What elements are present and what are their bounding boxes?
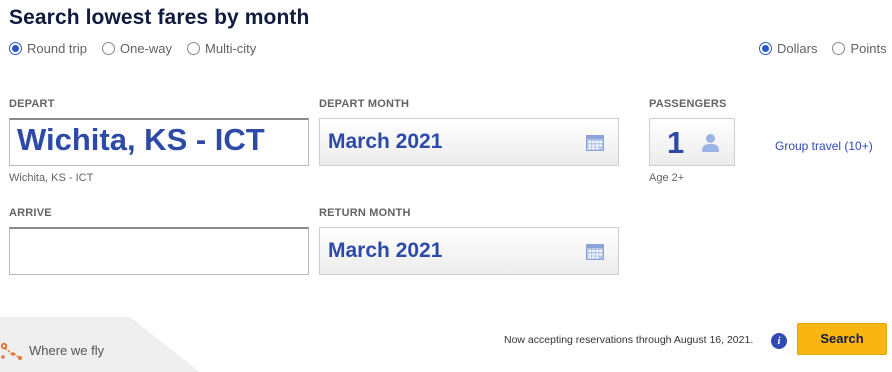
passengers-selector[interactable]: 1 bbox=[649, 118, 735, 166]
radio-one-way[interactable]: One-way bbox=[101, 41, 173, 56]
radio-dollars[interactable]: Dollars bbox=[759, 41, 817, 56]
info-icon[interactable]: i bbox=[771, 333, 787, 349]
return-month-select[interactable]: March 2021 bbox=[319, 227, 619, 275]
return-month-value: March 2021 bbox=[328, 239, 443, 262]
calendar-icon[interactable] bbox=[586, 243, 604, 260]
radio-label-multi-city: Multi-city bbox=[205, 41, 257, 56]
reservation-notice: Now accepting reservations through Augus… bbox=[504, 334, 754, 346]
person-icon bbox=[702, 134, 719, 152]
depart-month-label: DEPART MONTH bbox=[319, 98, 410, 110]
group-travel-link[interactable]: Group travel (10+) bbox=[775, 139, 873, 153]
depart-input[interactable]: Wichita, KS - ICT bbox=[9, 118, 309, 166]
arrive-label: ARRIVE bbox=[9, 207, 52, 219]
radio-button[interactable] bbox=[101, 42, 115, 55]
age-note: Age 2+ bbox=[649, 172, 685, 184]
currency-group: Dollars Points bbox=[759, 41, 887, 56]
radio-label-round-trip: Round trip bbox=[27, 41, 87, 56]
where-we-fly-link[interactable]: Where we fly bbox=[29, 343, 104, 358]
depart-month-value: March 2021 bbox=[328, 130, 443, 153]
page-title: Search lowest fares by month bbox=[9, 6, 310, 29]
search-button[interactable]: Search bbox=[797, 323, 887, 355]
trip-type-group: Round trip One-way Multi-city bbox=[9, 41, 271, 56]
return-month-label: RETURN MONTH bbox=[319, 207, 411, 219]
passenger-count: 1 bbox=[667, 125, 685, 160]
radio-points[interactable]: Points bbox=[832, 41, 887, 56]
depart-label: DEPART bbox=[9, 98, 55, 110]
radio-round-trip[interactable]: Round trip bbox=[9, 41, 87, 56]
radio-button[interactable] bbox=[187, 42, 201, 55]
radio-label-points: Points bbox=[850, 41, 887, 56]
passengers-label: PASSENGERS bbox=[649, 98, 727, 110]
radio-label-dollars: Dollars bbox=[777, 41, 818, 56]
radio-button-checked[interactable] bbox=[759, 42, 772, 55]
radio-button-checked[interactable] bbox=[9, 42, 22, 55]
radio-button[interactable] bbox=[832, 42, 846, 55]
calendar-icon[interactable] bbox=[586, 134, 604, 151]
route-map-icon[interactable] bbox=[0, 337, 22, 361]
radio-multi-city[interactable]: Multi-city bbox=[187, 41, 256, 56]
arrive-input[interactable] bbox=[9, 227, 309, 275]
depart-month-select[interactable]: March 2021 bbox=[319, 118, 619, 166]
depart-sublabel: Wichita, KS - ICT bbox=[9, 172, 94, 184]
depart-value: Wichita, KS - ICT bbox=[17, 122, 265, 157]
radio-label-one-way: One-way bbox=[119, 41, 173, 56]
